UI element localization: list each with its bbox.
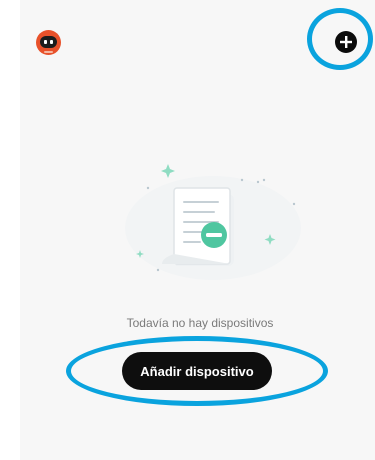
plus-circle-icon: [340, 36, 352, 48]
robot-face: [40, 36, 57, 48]
empty-state-message: Todavía no hay dispositivos: [126, 316, 274, 330]
robot-avatar-icon[interactable]: [36, 30, 61, 55]
robot-eye-right: [50, 40, 53, 44]
robot-chin: [44, 51, 53, 53]
add-device-button[interactable]: Añadir dispositivo: [122, 352, 272, 390]
empty-illustration: [118, 150, 308, 290]
robot-eye-left: [44, 40, 47, 44]
document-minus-icon: [125, 164, 301, 280]
add-device-top-button[interactable]: [335, 31, 357, 53]
